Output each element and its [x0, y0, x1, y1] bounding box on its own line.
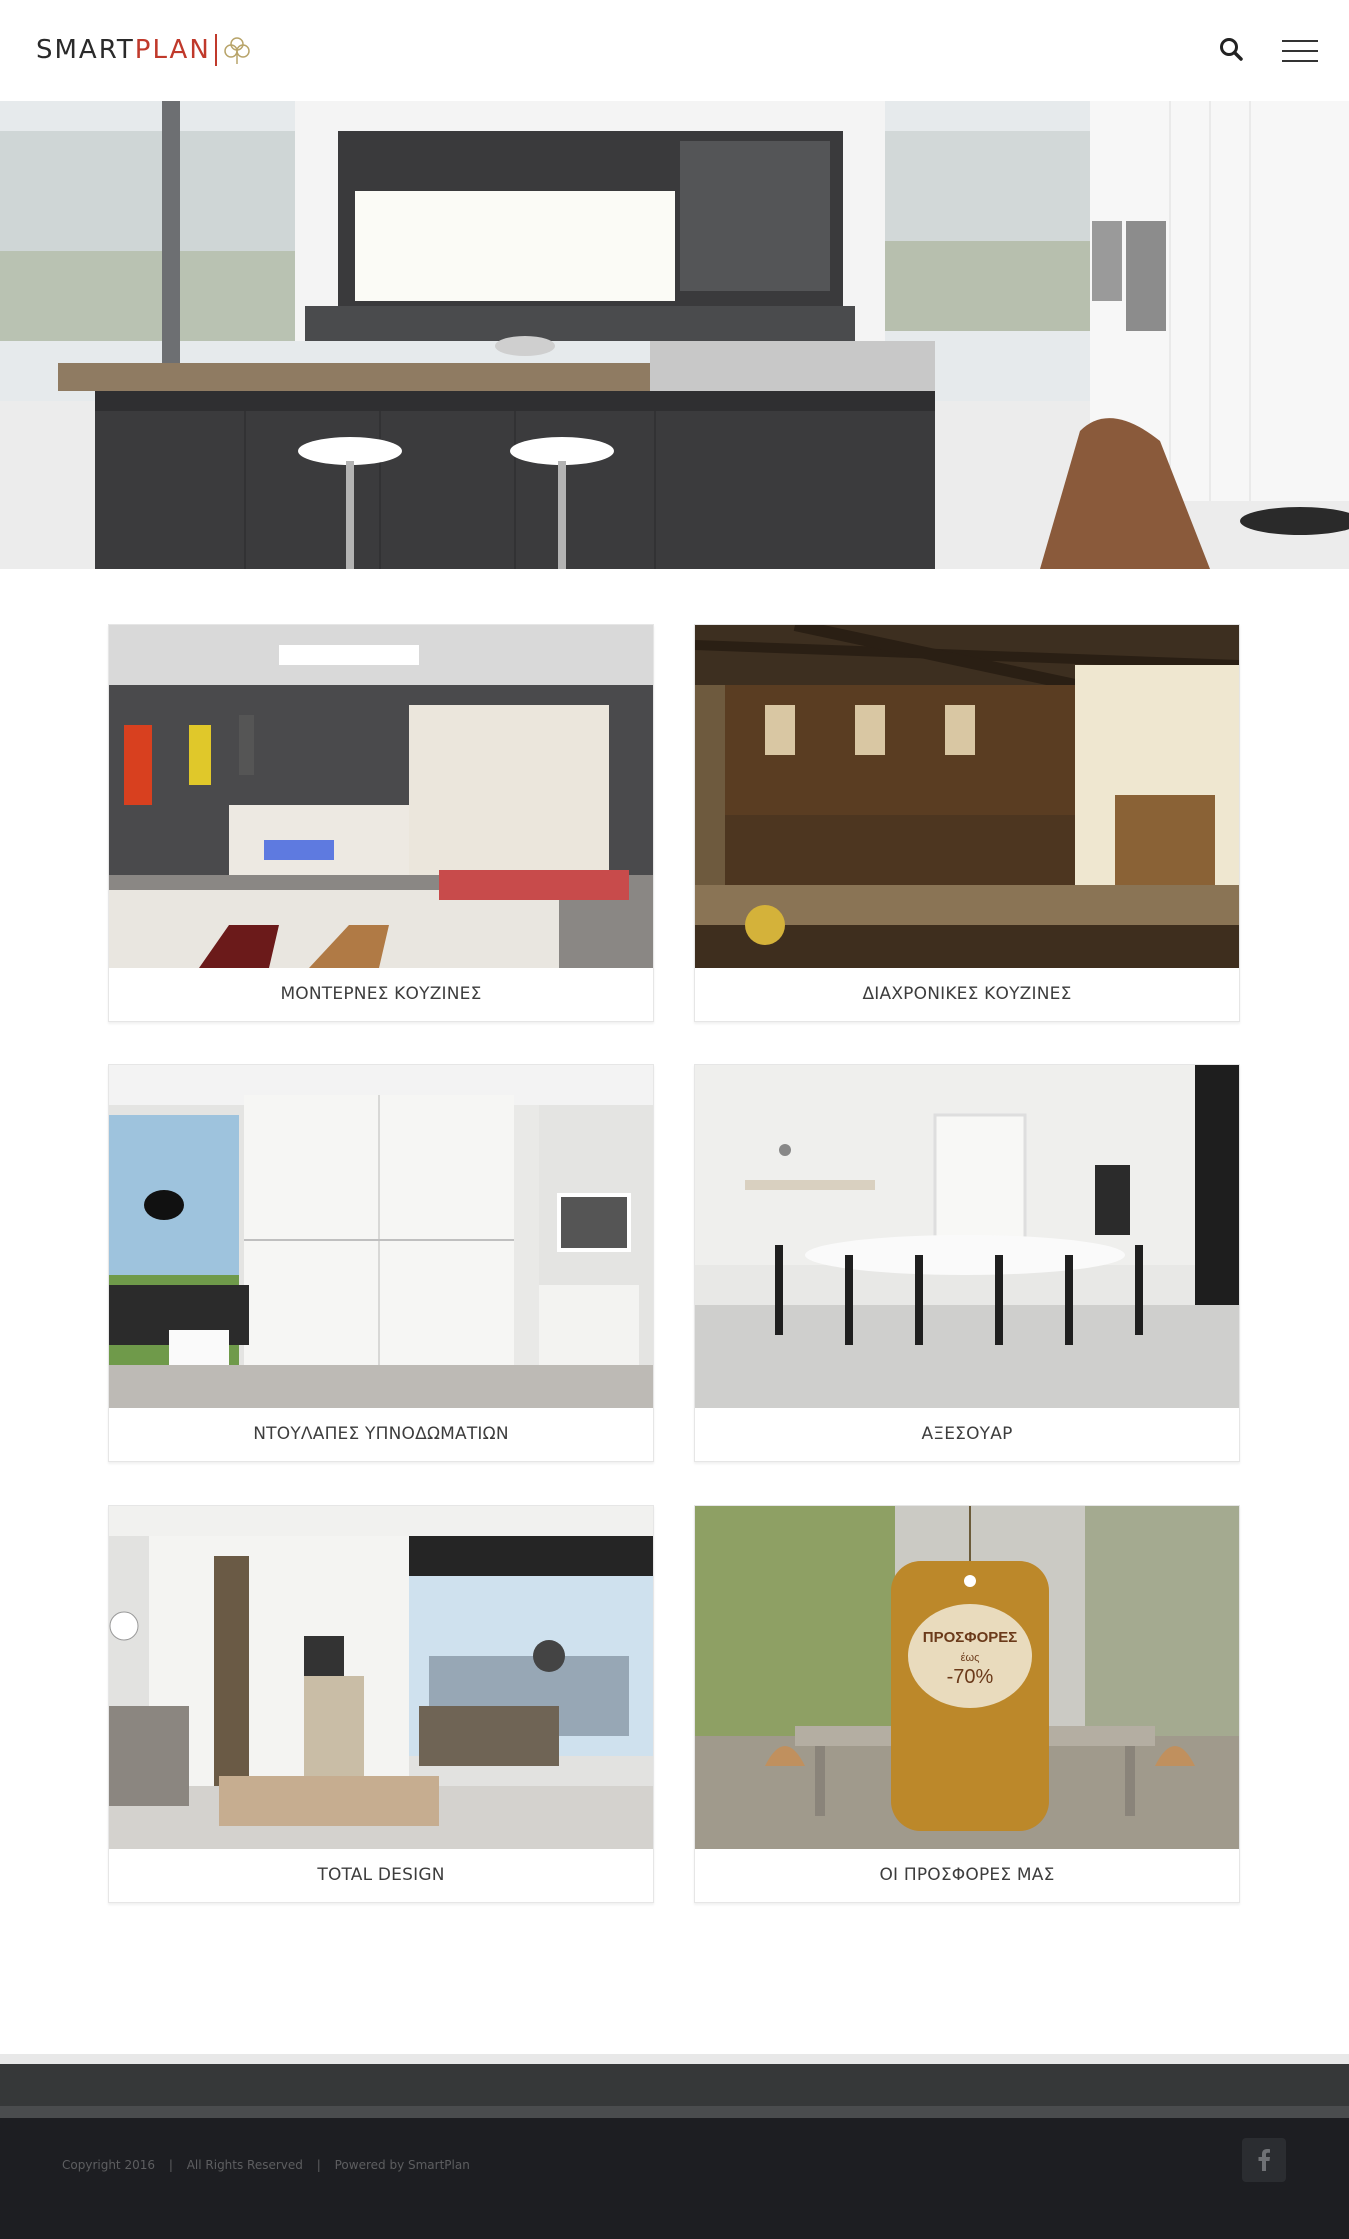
category-card-offers[interactable]: ΠΡΟΣΦΟΡΕΣ έως -70% ΟΙ ΠΡΟΣΦΟΡΕΣ ΜΑΣ: [694, 1505, 1240, 1903]
category-card-total-design[interactable]: TOTAL DESIGN: [108, 1505, 654, 1903]
site-logo[interactable]: SMART PLAN: [36, 32, 253, 68]
copyright-text: Copyright 2016 | All Rights Reserved | P…: [62, 2158, 480, 2172]
card-label: ΔΙΑΧΡΟΝΙΚΕΣ ΚΟΥΖΙΝΕΣ: [862, 984, 1072, 1004]
hamburger-menu-button[interactable]: [1282, 38, 1320, 64]
copyright-separator: |: [316, 2158, 321, 2172]
card-image: ΠΡΟΣΦΟΡΕΣ έως -70%: [695, 1506, 1239, 1849]
card-image: [695, 1065, 1239, 1408]
card-label: ΑΞΕΣΟΥΑΡ: [921, 1424, 1013, 1444]
search-icon: [1220, 38, 1243, 61]
card-image: [109, 1506, 653, 1849]
card-label: ΝΤΟΥΛΑΠΕΣ ΥΠΝΟΔΩΜΑΤΙΩΝ: [253, 1424, 509, 1444]
site-header: SMART PLAN: [0, 0, 1349, 101]
clover-logo-icon: [224, 37, 250, 64]
copyright-rights: All Rights Reserved: [186, 2158, 303, 2172]
offer-discount: -70%: [946, 1666, 994, 1688]
category-card-wardrobes[interactable]: ΝΤΟΥΛΑΠΕΣ ΥΠΝΟΔΩΜΑΤΙΩΝ: [108, 1064, 654, 1462]
category-card-classic-kitchens[interactable]: ΔΙΑΧΡΟΝΙΚΕΣ ΚΟΥΖΙΝΕΣ: [694, 624, 1240, 1022]
menu-bar: [1282, 60, 1318, 62]
facebook-icon: [1258, 2149, 1270, 2171]
card-label: TOTAL DESIGN: [317, 1865, 445, 1885]
hero-kitchen-image: [0, 101, 1349, 569]
logo-text-plan: PLAN: [134, 35, 211, 65]
total-design-image: [109, 1506, 653, 1849]
card-image: [695, 625, 1239, 968]
hero-slider[interactable]: [0, 101, 1349, 569]
accessories-dining-image: [695, 1065, 1239, 1408]
wardrobe-image: [109, 1065, 653, 1408]
modern-kitchen-image: [109, 625, 653, 968]
footer-top-border: [0, 2054, 1349, 2064]
card-label: ΟΙ ΠΡΟΣΦΟΡΕΣ ΜΑΣ: [879, 1865, 1055, 1885]
logo-divider: [214, 34, 217, 66]
card-label: ΜΟΝΤΕΡΝΕΣ ΚΟΥΖΙΝΕΣ: [280, 984, 482, 1004]
powered-by-link[interactable]: Powered by SmartPlan: [335, 2158, 470, 2172]
menu-bar: [1282, 50, 1318, 52]
category-card-accessories[interactable]: ΑΞΕΣΟΥΑΡ: [694, 1064, 1240, 1462]
footer-copyright-bar: Copyright 2016 | All Rights Reserved | P…: [0, 2118, 1349, 2239]
menu-bar: [1282, 40, 1318, 42]
logo-text-smart: SMART: [36, 35, 135, 65]
card-image: [109, 625, 653, 968]
offer-title: ΠΡΟΣΦΟΡΕΣ: [922, 1629, 1018, 1646]
card-image: [109, 1065, 653, 1408]
search-button[interactable]: [1218, 36, 1246, 64]
category-card-modern-kitchens[interactable]: ΜΟΝΤΕΡΝΕΣ ΚΟΥΖΙΝΕΣ: [108, 624, 654, 1022]
offer-upto: έως: [960, 1652, 980, 1664]
footer-divider: [0, 2106, 1349, 2118]
facebook-button[interactable]: [1242, 2138, 1286, 2182]
copyright-separator: |: [168, 2158, 173, 2172]
footer-widgets-area: [0, 2064, 1349, 2106]
classic-kitchen-image: [695, 625, 1239, 968]
copyright-year: Copyright 2016: [62, 2158, 155, 2172]
